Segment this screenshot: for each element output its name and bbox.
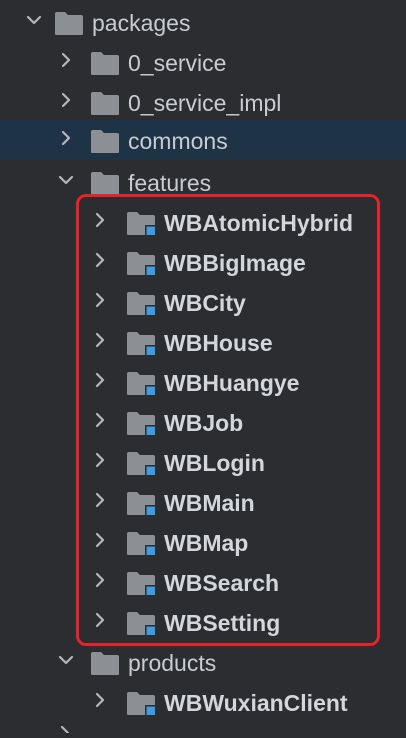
folder-icon: [90, 170, 120, 196]
tree-node-wbmap[interactable]: WBMap: [0, 522, 406, 562]
tree-node-label: WBCity: [164, 290, 246, 316]
chevron-right-icon[interactable]: [90, 610, 110, 630]
tree-node-label: WBAtomicHybrid: [164, 210, 354, 236]
tree-node-0-service[interactable]: 0_service: [0, 42, 406, 82]
chevron-right-icon[interactable]: [90, 530, 110, 550]
tree-node-label: 0_service: [128, 50, 227, 76]
tree-node-label: WBMain: [164, 490, 255, 516]
chevron-right-icon[interactable]: [90, 210, 110, 230]
chevron-down-icon[interactable]: [24, 10, 44, 30]
tree-node-wblogin[interactable]: WBLogin: [0, 442, 406, 482]
chevron-right-icon[interactable]: [90, 250, 110, 270]
tree-node-wbcity[interactable]: WBCity: [0, 282, 406, 322]
tree-node-label: WBWuxianClient: [164, 690, 348, 716]
folder-icon: [90, 90, 120, 116]
tree-node-products[interactable]: products: [0, 642, 406, 682]
tree-node-wbsearch[interactable]: WBSearch: [0, 562, 406, 602]
tree-node-label: products: [128, 650, 217, 676]
chevron-right-icon[interactable]: [56, 50, 76, 70]
tree-node-commons[interactable]: commons: [0, 120, 406, 160]
tree-node-packages[interactable]: packages: [0, 2, 406, 42]
project-tree: packages 0_service 0_service_impl common…: [0, 0, 406, 735]
folder-icon: [90, 650, 120, 676]
chevron-right-icon[interactable]: [56, 90, 76, 110]
tree-node-wbmain[interactable]: WBMain: [0, 482, 406, 522]
tree-node-features[interactable]: features: [0, 162, 406, 202]
tree-node-label: features: [128, 170, 212, 196]
module-folder-icon: [126, 370, 156, 396]
tree-node-wbjob[interactable]: WBJob: [0, 402, 406, 442]
tree-node-0-service-impl[interactable]: 0_service_impl: [0, 82, 406, 122]
folder-icon: [90, 50, 120, 76]
tree-node-wbwuxianclient[interactable]: WBWuxianClient: [0, 682, 406, 722]
chevron-right-icon: [52, 720, 82, 735]
chevron-right-icon[interactable]: [90, 410, 110, 430]
tree-node-wbatomichybrid[interactable]: WBAtomicHybrid: [0, 202, 406, 242]
tree-node-label: WBMap: [164, 530, 249, 556]
tree-node-label: WBHouse: [164, 330, 273, 356]
tree-node-wbsetting[interactable]: WBSetting: [0, 602, 406, 642]
chevron-right-icon[interactable]: [90, 290, 110, 310]
chevron-right-icon[interactable]: [90, 370, 110, 390]
chevron-right-icon[interactable]: [90, 490, 110, 510]
tree-node-label: WBLogin: [164, 450, 265, 476]
module-folder-icon: [126, 330, 156, 356]
chevron-down-icon[interactable]: [56, 650, 76, 670]
module-folder-icon: [126, 490, 156, 516]
chevron-right-icon[interactable]: [90, 570, 110, 590]
tree-node-label: packages: [92, 10, 191, 36]
tree-node-label: WBSetting: [164, 610, 281, 636]
tree-node-wbhuangye[interactable]: WBHuangye: [0, 362, 406, 402]
chevron-down-icon[interactable]: [56, 170, 76, 190]
tree-node-wbbigimage[interactable]: WBBigImage: [0, 242, 406, 282]
chevron-right-icon[interactable]: [90, 450, 110, 470]
module-folder-icon: [126, 610, 156, 636]
tree-node-label: WBSearch: [164, 570, 280, 596]
folder-icon: [54, 10, 84, 36]
module-folder-icon: [126, 410, 156, 436]
chevron-right-icon[interactable]: [90, 330, 110, 350]
tree-node-label: WBJob: [164, 410, 244, 436]
tree-node-label: 0_service_impl: [128, 90, 282, 116]
module-folder-icon: [126, 570, 156, 596]
module-folder-icon: [126, 250, 156, 276]
tree-node-wbhouse[interactable]: WBHouse: [0, 322, 406, 362]
tree-node-label: WBBigImage: [164, 250, 306, 276]
folder-icon: [90, 128, 120, 154]
module-folder-icon: [126, 210, 156, 236]
chevron-right-icon[interactable]: [90, 690, 110, 710]
chevron-right-icon[interactable]: [56, 128, 76, 148]
module-folder-icon: [126, 290, 156, 316]
module-folder-icon: [126, 690, 156, 716]
module-folder-icon: [126, 450, 156, 476]
module-folder-icon: [126, 530, 156, 556]
tree-node-label: WBHuangye: [164, 370, 300, 396]
tree-node-label: commons: [128, 128, 228, 154]
